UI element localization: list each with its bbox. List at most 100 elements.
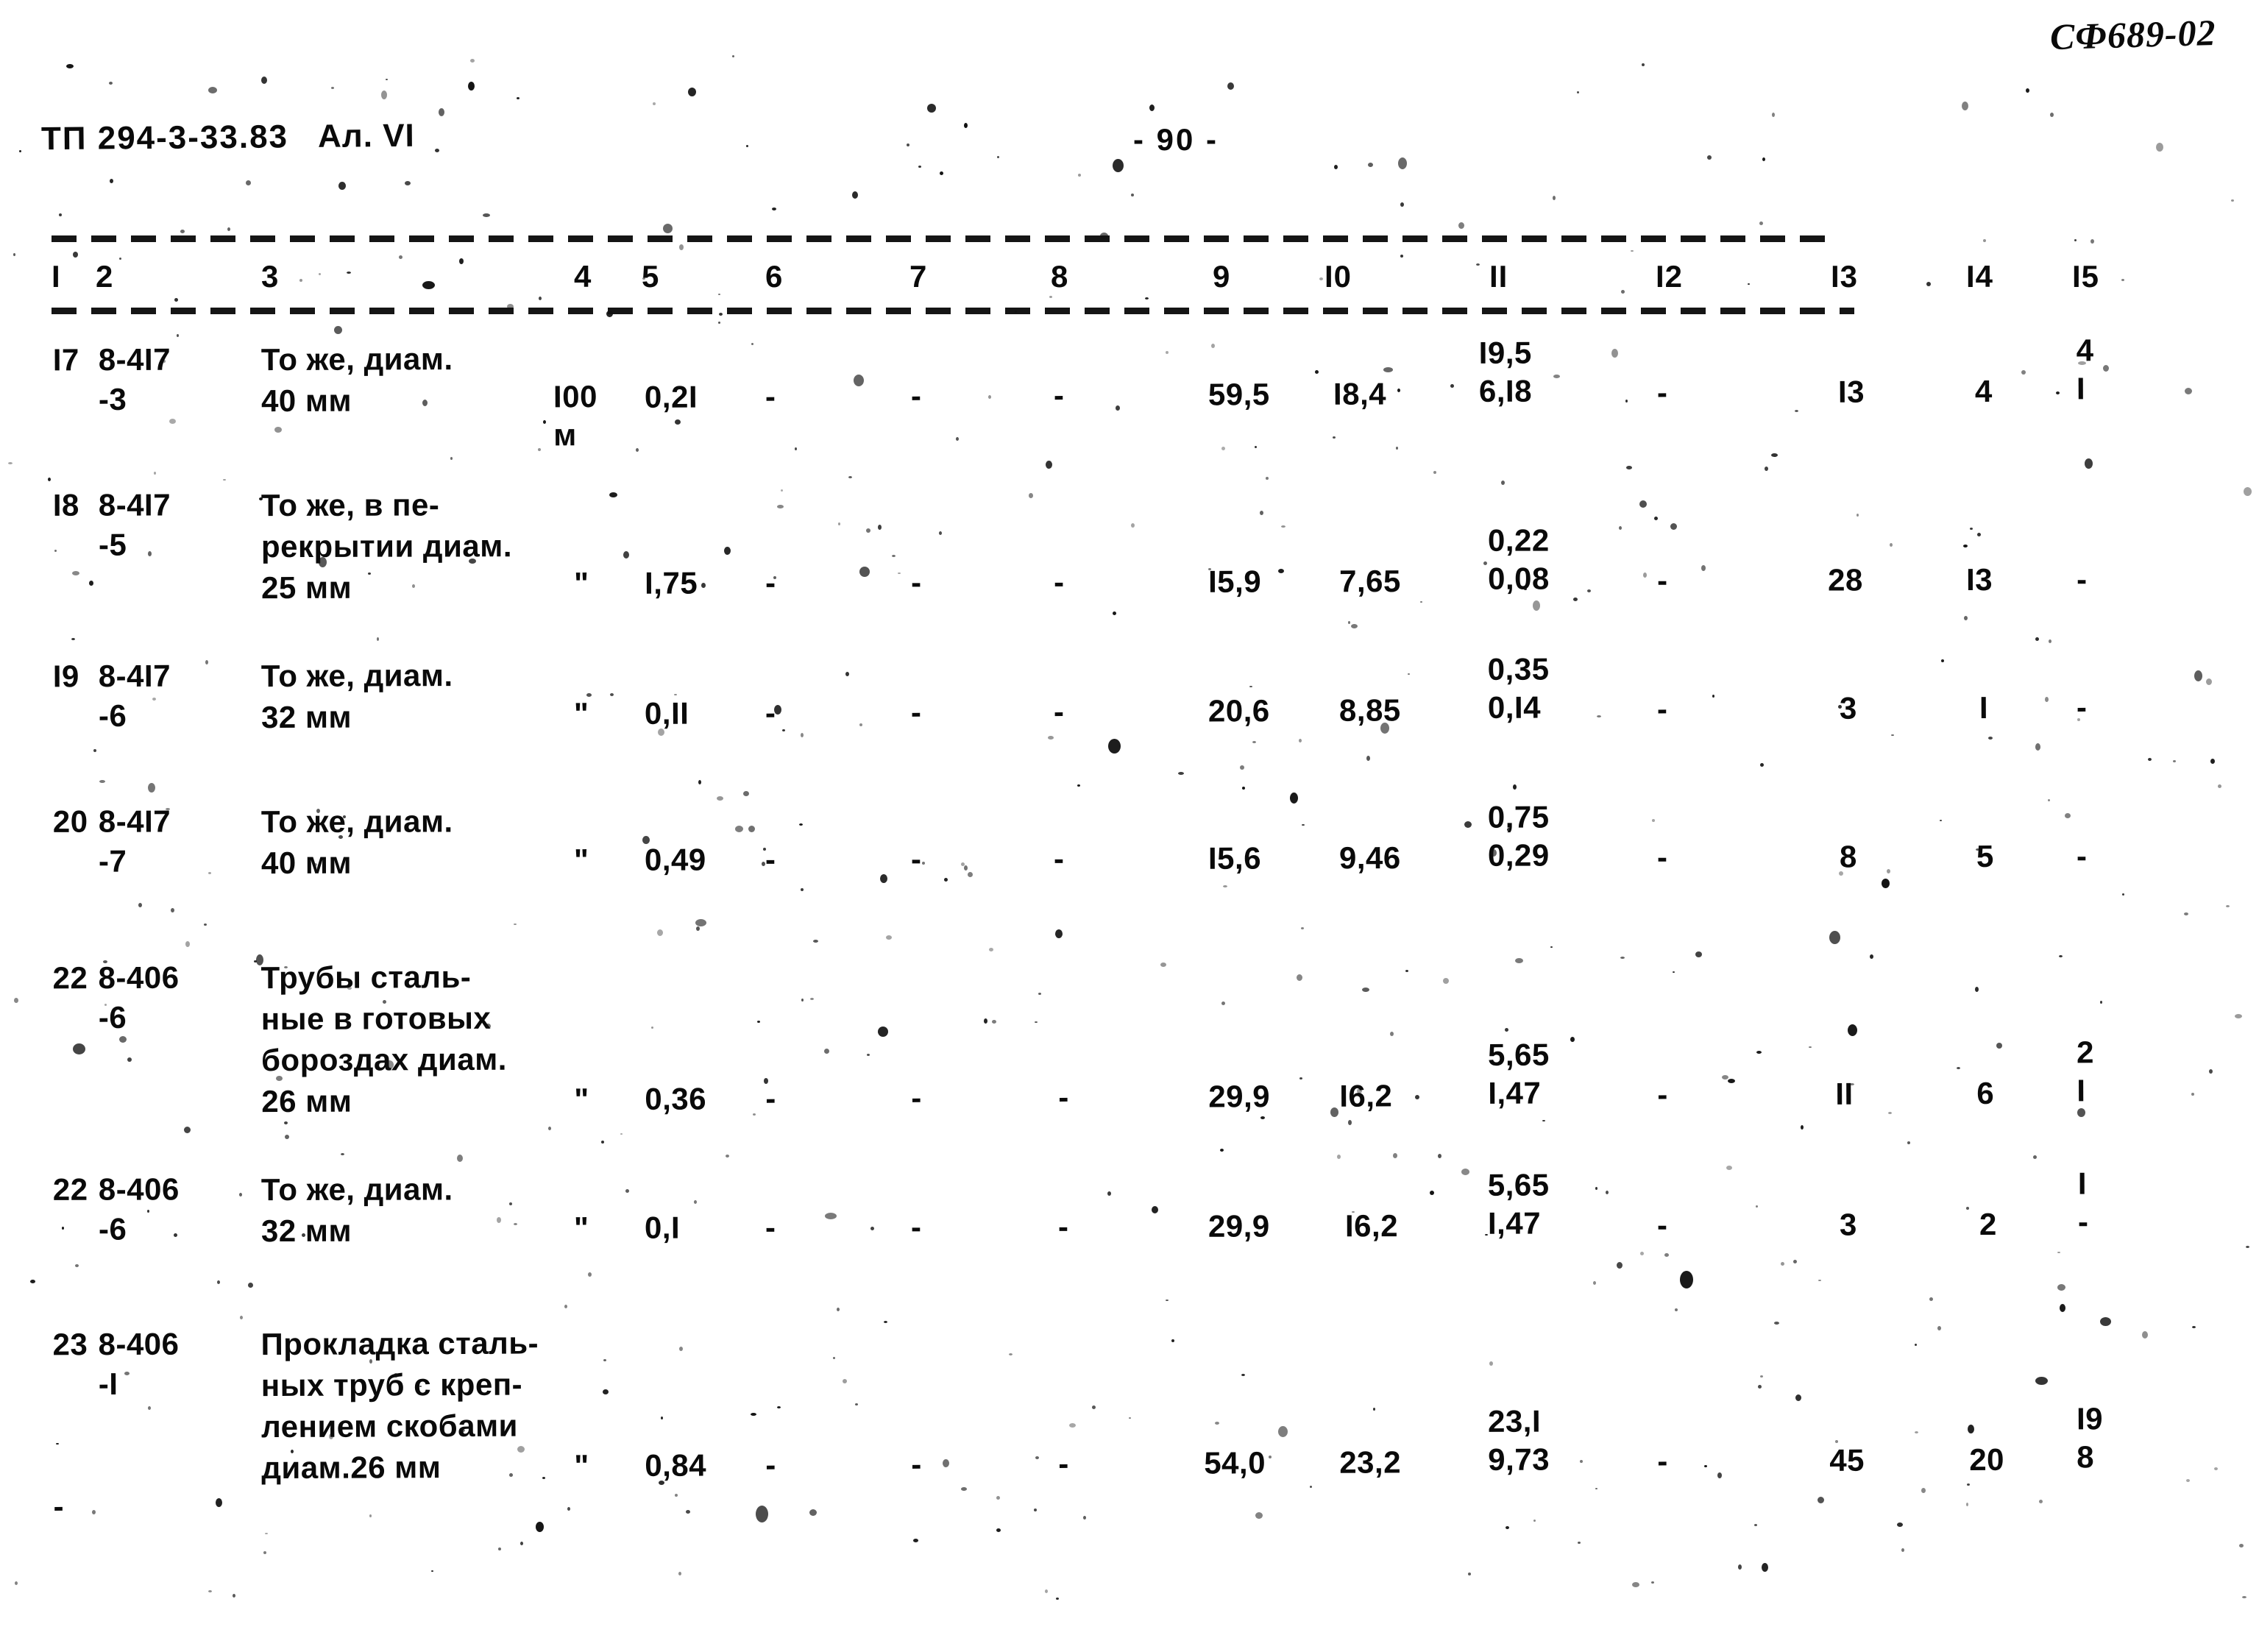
table-row: 20 8-4I7 -7 То же, диам. 40 мм " 0,49 - … [0,784,2259,945]
row-col12: - [1656,1208,1668,1243]
row-quantity: 0,2I [644,379,698,414]
row-col15: I9 8 [2076,1401,2104,1475]
table-row: I7 8-4I7 -3 То же, диам. 40 мм I00 м 0,2… [0,319,2259,475]
row-col7: - [910,695,922,730]
row-col14: 6 [1976,1075,1995,1110]
row-col9: 59,5 [1207,377,1270,412]
column-header-15: I5 [2072,259,2100,294]
column-header-13: I3 [1831,259,1859,294]
trailing-dash-mark: - [53,1489,65,1524]
column-header-6: 6 [765,259,784,294]
row-col13: II [1835,1076,1854,1111]
column-header-14: I4 [1966,259,1994,294]
row-col15: 2 I [2076,1035,2094,1108]
row-col15: 4 I [2076,333,2094,406]
row-col11: 5,65 I,47 [1487,1167,1550,1241]
row-norm-code: 8-4I7 -5 [98,487,171,562]
row-col9: I5,9 [1208,564,1262,599]
row-description: То же, диам. 32 мм [260,1171,453,1249]
row-col11: 0,35 0,I4 [1487,651,1550,725]
row-quantity: 0,36 [645,1081,707,1116]
table-row: 22 8-406 -6 Трубы сталь- ные в готовых б… [0,937,2259,1160]
row-col8: - [1053,694,1065,729]
row-col7: - [911,1080,922,1116]
handwritten-archive-code: СФ689-02 [2049,11,2217,58]
row-col13: 45 [1829,1442,1865,1478]
row-description: То же, диам. 32 мм [260,658,453,735]
row-col14: 20 [1969,1442,2005,1478]
table-row: I9 8-4I7 -6 То же, диам. 32 мм " 0,II - … [0,635,2259,792]
row-col11: 0,22 0,08 [1487,522,1550,596]
row-col8: - [1058,1446,1069,1481]
row-col7: - [910,378,922,414]
row-col14: I3 [1966,561,1993,598]
column-header-7: 7 [909,259,928,294]
row-col10: 23,2 [1339,1444,1402,1480]
row-position-number: 22 [52,1171,88,1207]
row-col6: - [765,565,776,600]
column-header-4: 4 [574,259,592,294]
row-quantity: 0,II [644,695,689,731]
scanned-page-sheet: СФ689-02 ТП 294-3-33.83 Ал. VI - 90 - I 2… [0,0,2259,1652]
row-col11: 0,75 0,29 [1487,799,1550,873]
row-col7: - [911,564,922,600]
document-code-line: ТП 294-3-33.83 Ал. VI [41,118,415,157]
row-description: То же, в пе- рекрытии диам. 25 мм [260,487,513,606]
row-col12: - [1656,691,1668,726]
row-col8: - [1053,377,1065,413]
table-rule-bottom [52,308,1854,314]
row-unit: " [574,565,589,600]
row-col9: 54,0 [1204,1445,1266,1481]
row-col7: - [910,1209,922,1244]
row-col6: - [765,1081,776,1116]
row-col6: - [765,695,776,731]
row-col7: - [911,1447,922,1482]
row-col12: - [1656,375,1668,410]
row-unit: " [573,1210,589,1245]
table-body: I7 8-4I7 -3 То же, диам. 40 мм I00 м 0,2… [0,324,2259,1529]
row-unit: " [573,842,589,877]
row-norm-code: 8-406 -I [98,1326,180,1402]
row-col15: - [2076,838,2088,873]
column-header-5: 5 [642,259,660,294]
table-rule-top [52,235,1840,242]
column-header-9: 9 [1213,259,1231,294]
column-header-11: II [1489,259,1508,294]
album-designation: Ал. VI [317,117,415,155]
row-description: Трубы сталь- ные в готовых бороздах диам… [260,959,508,1119]
row-quantity: I,75 [645,565,698,600]
row-col14: 5 [1976,838,1994,873]
column-header-8: 8 [1051,259,1069,294]
row-unit: " [574,1082,589,1117]
row-position-number: I8 [52,487,79,522]
row-col10: 7,65 [1339,564,1401,599]
column-header-12: I2 [1656,259,1684,294]
row-col8: - [1057,1209,1069,1244]
row-col15: I - [2077,1166,2089,1239]
row-col15: - [2076,689,2088,725]
row-description: То же, диам. 40 мм [260,804,453,881]
row-col10: 9,46 [1338,840,1401,876]
row-norm-code: 8-4I7 -3 [98,341,171,417]
row-unit: " [573,696,589,731]
row-col6: - [765,1447,776,1483]
row-col12: - [1657,563,1668,598]
row-position-number: I9 [52,659,79,694]
row-position-number: 23 [52,1327,88,1362]
column-header-1: I [52,259,61,294]
row-col12: - [1657,1077,1668,1112]
row-col9: 29,9 [1208,1079,1271,1114]
row-col9: 29,9 [1207,1208,1270,1244]
row-col11: I9,5 6,I8 [1478,335,1533,408]
row-position-number: I7 [52,342,79,377]
column-header-10: I0 [1324,259,1352,294]
row-col12: - [1656,840,1668,875]
row-col14: I [1979,689,1989,725]
row-col9: I5,6 [1207,840,1262,876]
row-col14: 2 [1979,1206,1997,1241]
row-col8: - [1058,1080,1069,1115]
row-col7: - [910,841,922,876]
column-header-3: 3 [261,259,280,294]
row-col9: 20,6 [1207,693,1270,728]
row-quantity: 0,I [644,1210,681,1245]
